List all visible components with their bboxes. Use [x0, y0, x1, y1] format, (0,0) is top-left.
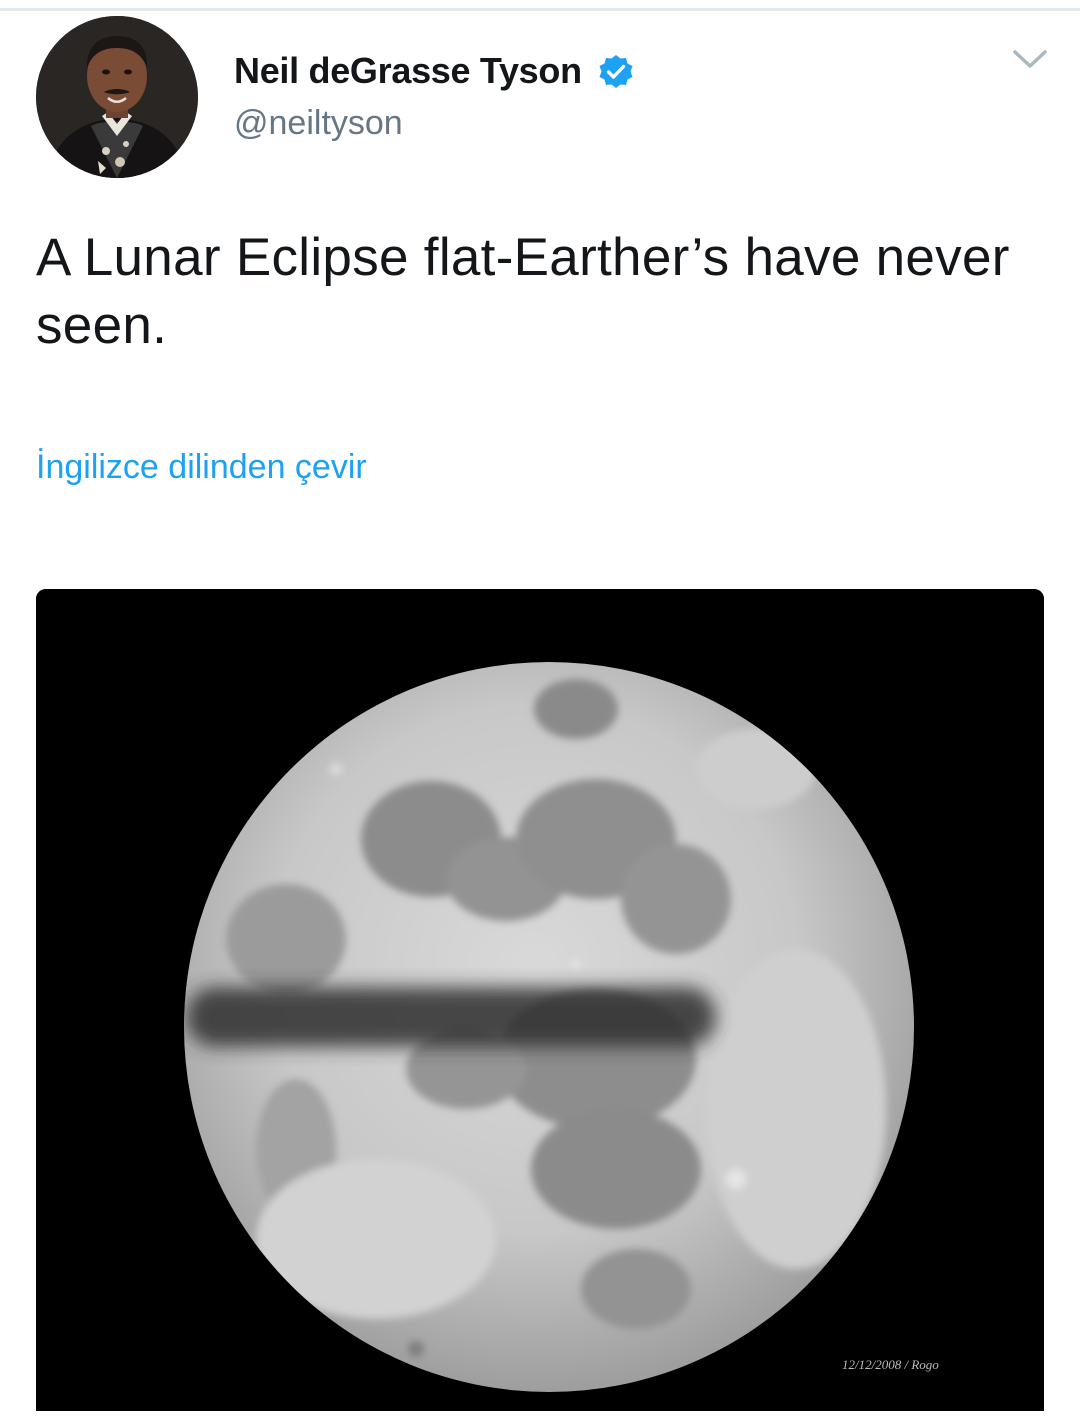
avatar-image	[36, 16, 198, 178]
author-handle[interactable]: @neiltyson	[234, 104, 403, 143]
moon-eclipse-image: 12/12/2008 / Rogo	[36, 589, 1044, 1411]
author-display-name[interactable]: Neil deGrasse Tyson	[234, 50, 582, 92]
avatar[interactable]	[36, 16, 198, 178]
chevron-down-icon[interactable]	[1012, 48, 1048, 72]
top-divider	[0, 8, 1080, 11]
image-watermark: 12/12/2008 / Rogo	[842, 1357, 939, 1372]
tweet-media-image[interactable]: 12/12/2008 / Rogo	[36, 589, 1044, 1411]
bottom-edge	[0, 1411, 1080, 1423]
shadow-bar	[186, 987, 716, 1047]
tweet-text: A Lunar Eclipse flat-Earther’s have neve…	[36, 228, 1010, 355]
translate-tweet-link[interactable]: İngilizce dilinden çevir	[36, 448, 367, 487]
verified-badge-icon	[599, 55, 633, 88]
